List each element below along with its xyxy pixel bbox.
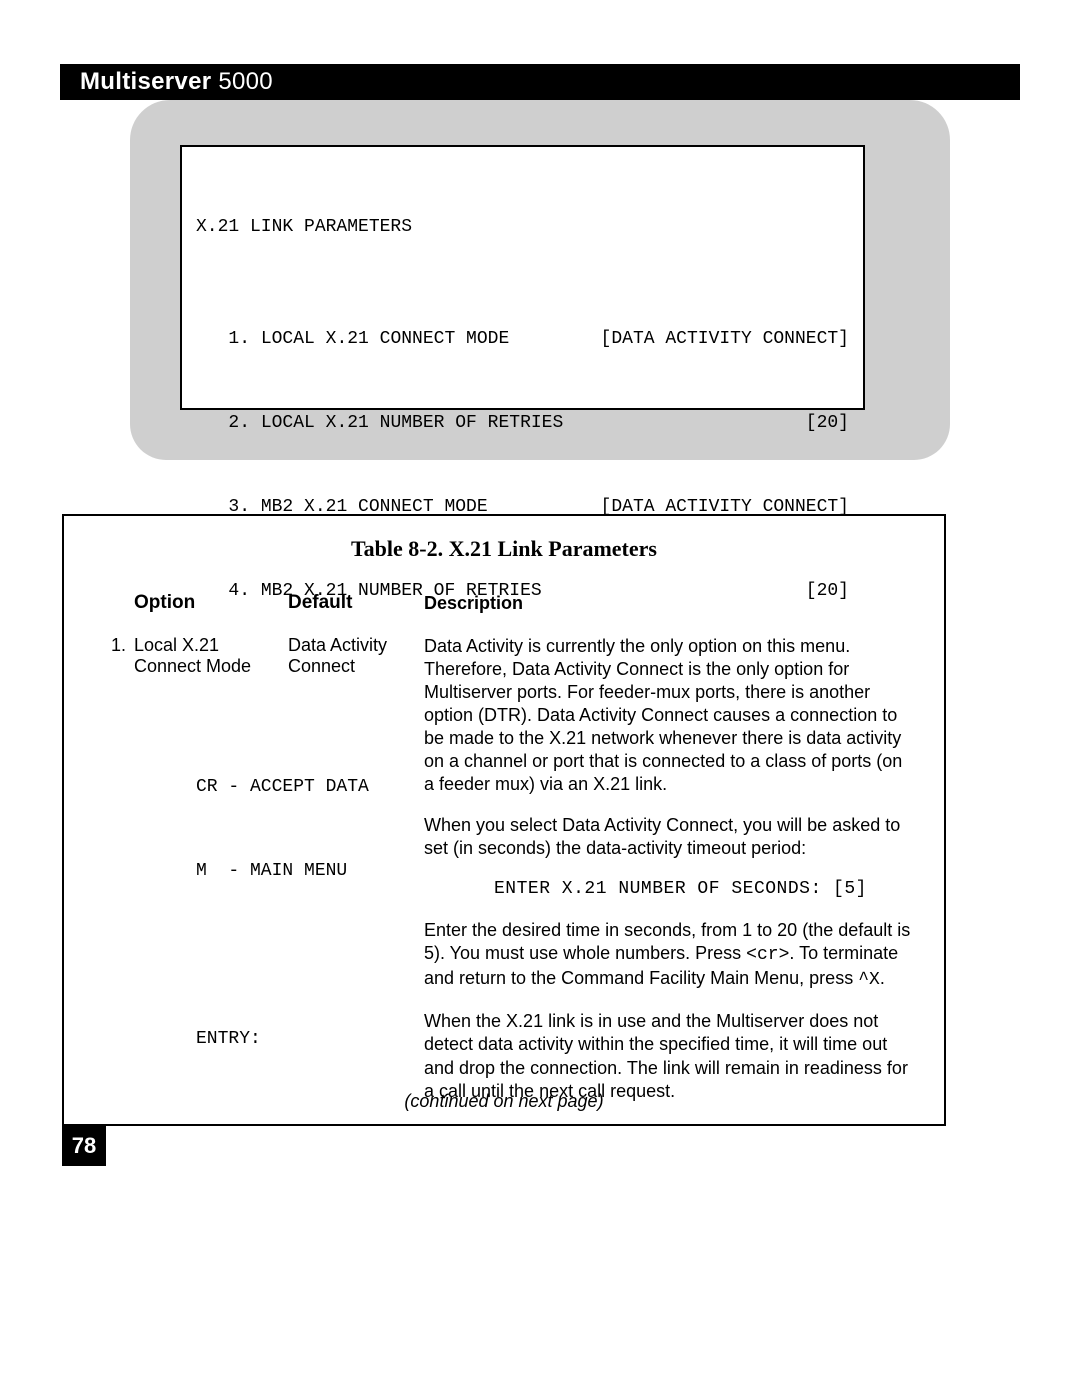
terminal-screen: X.21 LINK PARAMETERS 1. LOCAL X.21 CONNE… — [180, 145, 865, 410]
terminal-item-value: [DATA ACTIVITY CONNECT] — [601, 325, 849, 353]
desc-paragraph: When the X.21 link is in use and the Mul… — [424, 1010, 912, 1102]
doc-header-brand: Multiserver — [80, 68, 211, 95]
table-row: 1. Local X.21 Connect Mode Data Activity… — [90, 635, 918, 1126]
terminal-item-label: 1. LOCAL X.21 CONNECT MODE — [196, 325, 509, 353]
table-header-blank — [90, 592, 134, 635]
terminal-item-value: [20] — [806, 409, 849, 437]
key-ctrl-x: ^X — [858, 970, 880, 990]
page-number: 78 — [62, 1126, 106, 1166]
desc-paragraph: Data Activity is currently the only opti… — [424, 635, 912, 796]
table-header-row: Option Default Description — [90, 592, 918, 635]
desc-paragraph: Enter the desired time in seconds, from … — [424, 919, 912, 992]
desc-paragraph: When you select Data Activity Connect, y… — [424, 814, 912, 860]
row-number: 1. — [90, 635, 134, 1126]
continued-note: (continued on next page) — [404, 1091, 603, 1112]
parameters-table: Option Default Description 1. Local X.21… — [90, 592, 918, 1126]
key-cr: <cr> — [746, 945, 789, 965]
terminal-item-label: 2. LOCAL X.21 NUMBER OF RETRIES — [196, 409, 563, 437]
table-header-option: Option — [134, 592, 288, 635]
row-option: Local X.21 Connect Mode — [134, 635, 288, 1126]
page: Multiserver 5000 X.21 LINK PARAMETERS 1.… — [0, 0, 1080, 1397]
row-default: Data Activity Connect — [288, 635, 424, 1126]
row-description: Data Activity is currently the only opti… — [424, 635, 918, 1126]
parameters-table-frame: Table 8-2. X.21 Link Parameters Option D… — [62, 514, 946, 1126]
terminal-item: 1. LOCAL X.21 CONNECT MODE [DATA ACTIVIT… — [196, 325, 849, 353]
terminal-title: X.21 LINK PARAMETERS — [196, 213, 849, 241]
table-title: Table 8-2. X.21 Link Parameters — [90, 536, 918, 562]
terminal-item: 2. LOCAL X.21 NUMBER OF RETRIES [20] — [196, 409, 849, 437]
doc-header-bar: Multiserver 5000 — [60, 64, 1020, 100]
table-header-default: Default — [288, 592, 424, 635]
table-header-description: Description — [424, 592, 918, 635]
desc-monospace-prompt: ENTER X.21 NUMBER OF SECONDS: [5] — [494, 878, 912, 901]
doc-header-model: 5000 — [218, 68, 273, 95]
terminal-panel: X.21 LINK PARAMETERS 1. LOCAL X.21 CONNE… — [130, 100, 950, 460]
